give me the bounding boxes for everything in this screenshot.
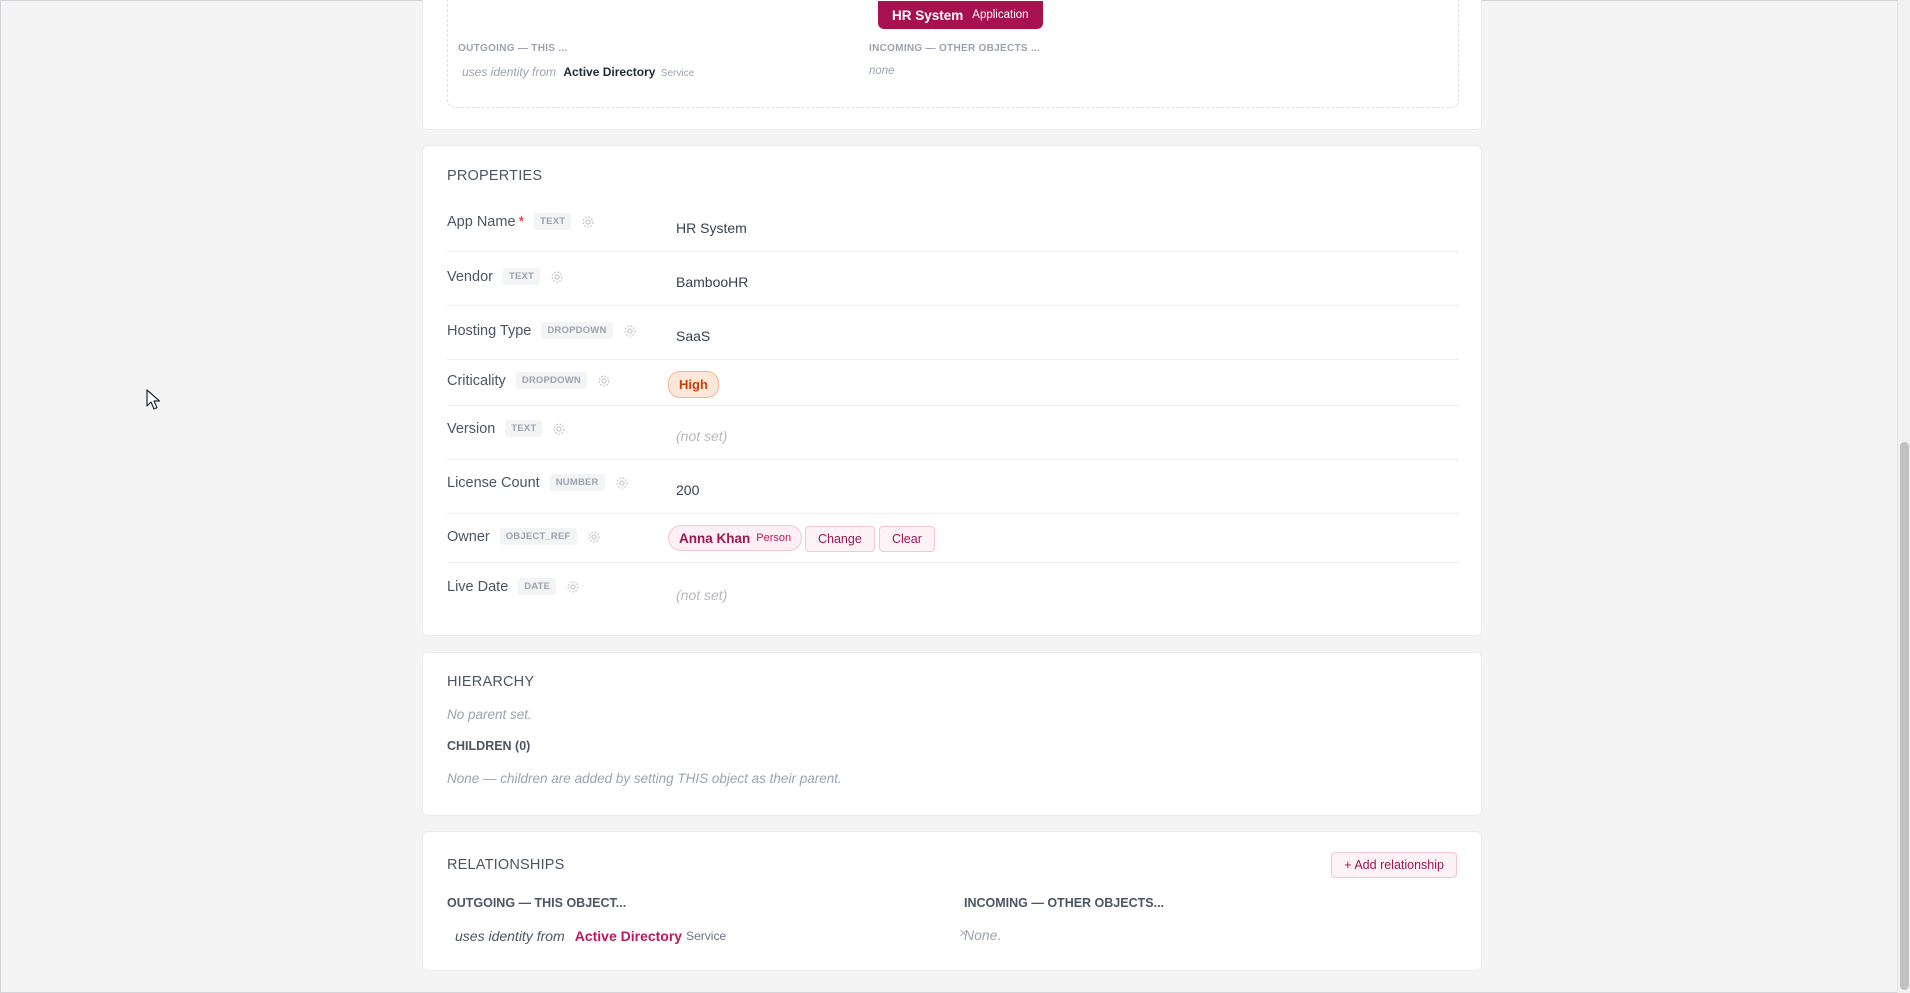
property-row-app-name: App Name * TEXT HR System <box>447 198 1459 252</box>
graph-outgoing-heading: OUTGOING — THIS ... <box>458 43 568 54</box>
type-badge: OBJECT_REF <box>499 528 577 545</box>
criticality-badge[interactable]: High <box>668 371 719 398</box>
graph-incoming-heading: INCOMING — OTHER OBJECTS ... <box>869 43 1041 54</box>
properties-title: PROPERTIES <box>447 168 543 184</box>
children-heading: CHILDREN (0) <box>447 739 531 753</box>
type-badge: DATE <box>518 578 557 595</box>
graph-canvas: HR System Application OUTGOING — THIS ..… <box>447 0 1459 108</box>
no-parent-text: No parent set. <box>447 707 532 722</box>
incoming-heading: INCOMING — OTHER OBJECTS... <box>964 896 1165 910</box>
scrollbar-thumb[interactable] <box>1900 442 1909 990</box>
relationship-verb: uses identity from <box>455 928 565 944</box>
owner-reference-chip[interactable]: Anna Khan Person <box>668 525 803 551</box>
type-badge: NUMBER <box>549 474 605 491</box>
property-value-app-name[interactable]: HR System <box>676 220 747 236</box>
gear-icon[interactable] <box>552 422 566 436</box>
type-badge: TEXT <box>505 420 543 437</box>
gear-icon[interactable] <box>587 530 601 544</box>
outgoing-relationship-row: uses identity from Active Directory Serv… <box>455 925 968 947</box>
relationship-target-type: Service <box>686 929 727 943</box>
properties-card: PROPERTIES App Name * TEXT HR System Ven… <box>422 145 1482 636</box>
property-value-license-count[interactable]: 200 <box>676 482 699 498</box>
owner-name: Anna Khan <box>679 530 751 546</box>
property-row-criticality: Criticality DROPDOWN High <box>447 360 1459 406</box>
property-value-version[interactable]: (not set) <box>676 428 727 444</box>
property-label: License Count <box>447 474 540 491</box>
outgoing-heading: OUTGOING — THIS OBJECT... <box>447 896 627 910</box>
incoming-empty-text: None. <box>964 927 1002 943</box>
property-row-version: Version TEXT (not set) <box>447 406 1459 460</box>
vertical-scrollbar[interactable] <box>1897 0 1910 993</box>
type-badge: TEXT <box>502 268 541 285</box>
graph-outgoing-edge[interactable]: uses identity from Active Directory Serv… <box>462 65 694 79</box>
gear-icon[interactable] <box>550 270 564 284</box>
clear-owner-button[interactable]: Clear <box>879 526 935 552</box>
gear-icon[interactable] <box>566 580 580 594</box>
change-owner-button[interactable]: Change <box>805 526 875 552</box>
page-viewport: HR System Application OUTGOING — THIS ..… <box>0 0 1897 993</box>
hierarchy-title: HIERARCHY <box>447 674 535 690</box>
node-type: Application <box>972 9 1029 21</box>
type-badge: DROPDOWN <box>541 322 613 339</box>
relationship-target-link[interactable]: Active Directory <box>575 928 682 944</box>
graph-edge-target[interactable]: Active Directory <box>563 65 655 79</box>
property-label: Criticality <box>447 372 506 389</box>
node-name: HR System <box>892 7 964 23</box>
property-row-live-date: Live Date DATE (not set) <box>447 563 1459 617</box>
property-label: Vendor <box>447 268 493 285</box>
type-badge: DROPDOWN <box>515 372 587 389</box>
current-object-node[interactable]: HR System Application <box>878 1 1043 29</box>
graph-edge-verb: uses identity from <box>462 65 557 79</box>
gear-icon[interactable] <box>581 215 595 229</box>
gear-icon[interactable] <box>615 476 629 490</box>
gear-icon[interactable] <box>597 374 611 388</box>
type-badge: TEXT <box>534 213 572 230</box>
add-relationship-button[interactable]: + Add relationship <box>1331 852 1457 878</box>
property-value-hosting-type[interactable]: SaaS <box>676 328 710 344</box>
children-empty-text: None — children are added by setting THI… <box>447 771 842 786</box>
gear-icon[interactable] <box>623 324 637 338</box>
mouse-cursor-icon <box>146 389 161 410</box>
hierarchy-card: HIERARCHY No parent set. CHILDREN (0) No… <box>422 652 1482 816</box>
graph-incoming-empty: none <box>869 65 895 77</box>
property-label: Hosting Type <box>447 322 532 339</box>
graph-edge-target-type: Service <box>660 68 695 79</box>
property-value-vendor[interactable]: BambooHR <box>676 274 748 290</box>
property-row-owner: Owner OBJECT_REF Anna Khan Person Change… <box>447 514 1459 563</box>
property-row-license-count: License Count NUMBER 200 <box>447 460 1459 514</box>
property-label: Version <box>447 420 496 437</box>
relationships-title: RELATIONSHIPS <box>447 857 565 873</box>
relationships-card: RELATIONSHIPS + Add relationship OUTGOIN… <box>422 831 1482 971</box>
relationship-graph-card: HR System Application OUTGOING — THIS ..… <box>422 0 1482 130</box>
required-marker: * <box>518 213 525 230</box>
property-label: Live Date <box>447 578 509 595</box>
property-label: Owner <box>447 528 490 545</box>
property-value-live-date[interactable]: (not set) <box>676 587 727 603</box>
property-row-hosting-type: Hosting Type DROPDOWN SaaS <box>447 306 1459 360</box>
property-label: App Name <box>447 213 516 230</box>
owner-type: Person <box>756 532 792 544</box>
property-row-vendor: Vendor TEXT BambooHR <box>447 252 1459 306</box>
